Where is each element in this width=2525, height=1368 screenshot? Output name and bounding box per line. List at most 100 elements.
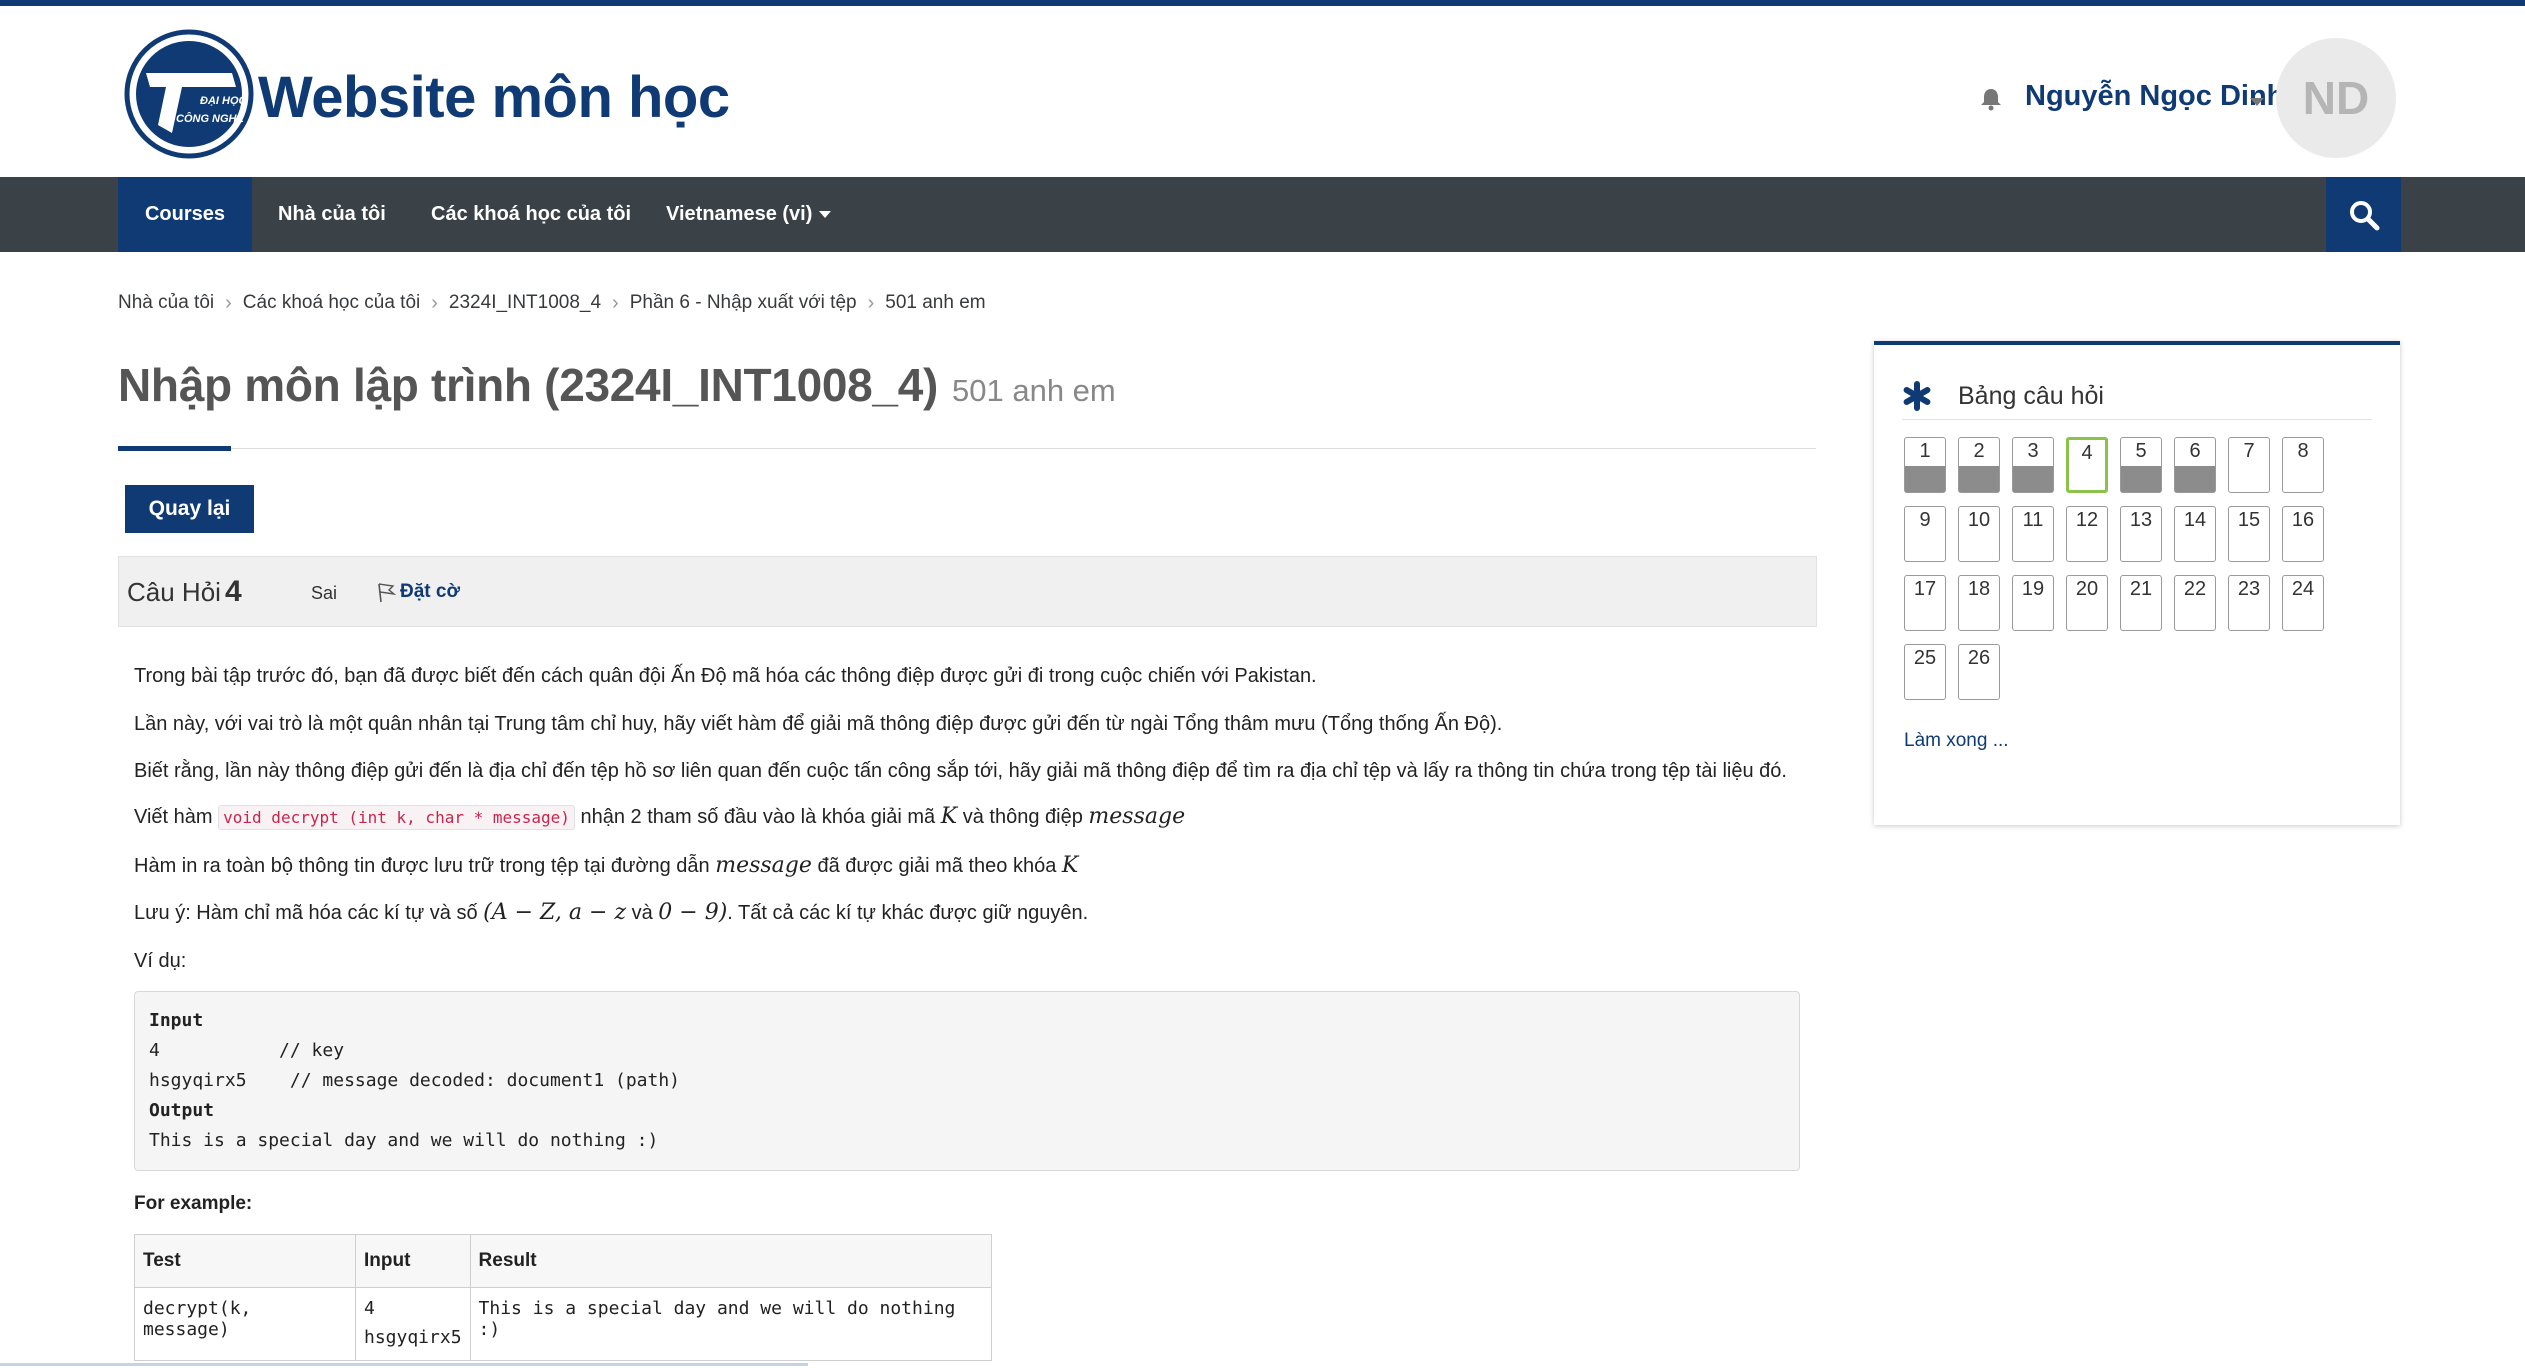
course-title: Nhập môn lập trình (2324I_INT1008_4)	[118, 359, 939, 411]
math-k: K	[940, 804, 958, 829]
quiz-question-number: 17	[1913, 578, 1937, 600]
quiz-question-button[interactable]: 11	[2012, 506, 2054, 562]
scroll-indicator	[0, 1363, 808, 1366]
quiz-question-button[interactable]: 17	[1904, 575, 1946, 631]
quiz-question-button[interactable]: 6	[2174, 437, 2216, 493]
quiz-question-button[interactable]: 1	[1904, 437, 1946, 493]
quiz-question-number: 18	[1967, 578, 1991, 600]
math-message: message	[715, 853, 812, 878]
quiz-question-button[interactable]: 13	[2120, 506, 2162, 562]
quiz-question-button[interactable]: 19	[2012, 575, 2054, 631]
quiz-question-number: 24	[2291, 578, 2315, 600]
p5-text-b: đã được giải mã theo khóa	[817, 855, 1057, 877]
quiz-question-number: 26	[1967, 647, 1991, 669]
for-example-label: For example:	[134, 1193, 253, 1214]
quiz-question-number: 16	[2291, 509, 2315, 531]
quiz-navigation-header: Bảng câu hỏi	[1902, 373, 2372, 420]
quiz-question-button[interactable]: 21	[2120, 575, 2162, 631]
breadcrumb-quiz[interactable]: 501 anh em	[885, 292, 985, 314]
quiz-question-number: 4	[2081, 442, 2093, 464]
quiz-question-button[interactable]: 3	[2012, 437, 2054, 493]
question-number: Câu Hỏi 4	[127, 575, 242, 609]
language-label: Vietnamese (vi)	[666, 203, 813, 225]
university-logo[interactable]: ĐẠI HỌC CÔNG NGHỆ	[124, 29, 254, 159]
quiz-question-number: 1	[1919, 440, 1931, 462]
table-header-test: Test	[134, 1234, 356, 1288]
quiz-question-button[interactable]: 12	[2066, 506, 2108, 562]
quiz-question-button[interactable]: 23	[2228, 575, 2270, 631]
quiz-question-button[interactable]: 22	[2174, 575, 2216, 631]
quiz-question-number: 12	[2075, 509, 2099, 531]
input-line-2: hsgyqirx5	[364, 1327, 462, 1348]
pre-line-output: This is a special day and we will do not…	[149, 1130, 659, 1151]
main-navbar: Courses Nhà của tôi Các khoá học của tôi…	[0, 177, 2525, 252]
question-paragraph-4: Viết hàm void decrypt (int k, char * mes…	[134, 804, 1186, 830]
breadcrumb-section[interactable]: Phần 6 - Nhập xuất với tệp	[630, 292, 857, 314]
table-header-row: Test Input Result	[134, 1234, 992, 1288]
avatar[interactable]: ND	[2276, 38, 2396, 158]
search-icon	[2349, 200, 2379, 230]
quiz-question-number: 11	[2022, 509, 2044, 531]
nav-my-courses[interactable]: Các khoá học của tôi	[431, 177, 631, 252]
quiz-question-number: 20	[2075, 578, 2099, 600]
chevron-right-icon: ›	[225, 291, 232, 314]
back-button[interactable]: Quay lại	[125, 485, 254, 533]
notification-bell-icon[interactable]	[1978, 86, 2004, 112]
quiz-question-button[interactable]: 4	[2066, 437, 2108, 493]
table-cell-test: decrypt(k, message)	[134, 1287, 356, 1361]
nav-courses[interactable]: Courses	[118, 177, 252, 252]
site-name[interactable]: Website môn học	[258, 64, 730, 131]
quiz-question-button[interactable]: 2	[1958, 437, 2000, 493]
question-number-value: 4	[224, 575, 242, 608]
quiz-question-button[interactable]: 25	[1904, 644, 1946, 700]
quiz-question-button[interactable]: 24	[2282, 575, 2324, 631]
pre-line-key: 4 // key	[149, 1040, 345, 1061]
nav-language[interactable]: Vietnamese (vi)	[666, 177, 832, 252]
breadcrumb-home[interactable]: Nhà của tôi	[118, 292, 214, 314]
answered-indicator	[1905, 466, 1945, 492]
p5-text-a: Hàm in ra toàn bộ thông tin được lưu trữ…	[134, 855, 710, 877]
quiz-question-number: 8	[2297, 440, 2309, 462]
quiz-question-number: 10	[1967, 509, 1991, 531]
function-signature-code: void decrypt (int k, char * message)	[218, 805, 575, 830]
quiz-question-button[interactable]: 16	[2282, 506, 2324, 562]
quiz-question-button[interactable]: 7	[2228, 437, 2270, 493]
answered-indicator	[1959, 466, 1999, 492]
user-menu-name[interactable]: Nguyễn Ngọc Dinh	[2025, 80, 2284, 113]
question-paragraph-7: Ví dụ:	[134, 950, 187, 972]
breadcrumb-my-courses[interactable]: Các khoá học của tôi	[243, 292, 420, 314]
quiz-question-button[interactable]: 5	[2120, 437, 2162, 493]
quiz-question-button[interactable]: 26	[1958, 644, 2000, 700]
svg-text:CÔNG NGHỆ: CÔNG NGHỆ	[176, 112, 245, 125]
question-paragraph-5: Hàm in ra toàn bộ thông tin được lưu trữ…	[134, 853, 1078, 878]
chevron-down-icon[interactable]	[2250, 98, 2264, 106]
page-title: Nhập môn lập trình (2324I_INT1008_4) 501 …	[118, 358, 1116, 412]
finish-attempt-link[interactable]: Làm xong ...	[1904, 730, 2009, 752]
math-range-digits: 0 − 9)	[658, 900, 728, 925]
answered-indicator	[2121, 466, 2161, 492]
nav-home[interactable]: Nhà của tôi	[278, 177, 386, 252]
math-message: message	[1088, 804, 1186, 829]
breadcrumb-course[interactable]: 2324I_INT1008_4	[449, 292, 601, 314]
quiz-question-button[interactable]: 18	[1958, 575, 2000, 631]
table-header-result: Result	[469, 1234, 992, 1288]
search-button[interactable]	[2326, 177, 2401, 252]
quiz-question-number: 7	[2243, 440, 2255, 462]
breadcrumb: Nhà của tôi › Các khoá học của tôi › 232…	[118, 290, 986, 316]
quiz-question-button[interactable]: 20	[2066, 575, 2108, 631]
flag-question-button[interactable]: Đặt cờ	[376, 581, 460, 603]
chevron-down-icon	[819, 211, 832, 218]
quiz-navigation-title: Bảng câu hỏi	[1958, 381, 2104, 410]
quiz-question-button[interactable]: 9	[1904, 506, 1946, 562]
math-range-letters: (A − Z, a − z	[483, 900, 627, 925]
quiz-question-button[interactable]: 15	[2228, 506, 2270, 562]
quiz-question-button[interactable]: 10	[1958, 506, 2000, 562]
pre-input-label: Input	[149, 1010, 204, 1031]
answered-indicator	[2013, 466, 2053, 492]
quiz-question-button[interactable]: 8	[2282, 437, 2324, 493]
quiz-question-number: 13	[2129, 509, 2153, 531]
question-paragraph-2: Lần này, với vai trò là một quân nhân tạ…	[134, 713, 1503, 735]
math-k: K	[1061, 853, 1079, 878]
quiz-question-button[interactable]: 14	[2174, 506, 2216, 562]
example-table: Test Input Result decrypt(k, message) 4 h…	[134, 1234, 992, 1361]
